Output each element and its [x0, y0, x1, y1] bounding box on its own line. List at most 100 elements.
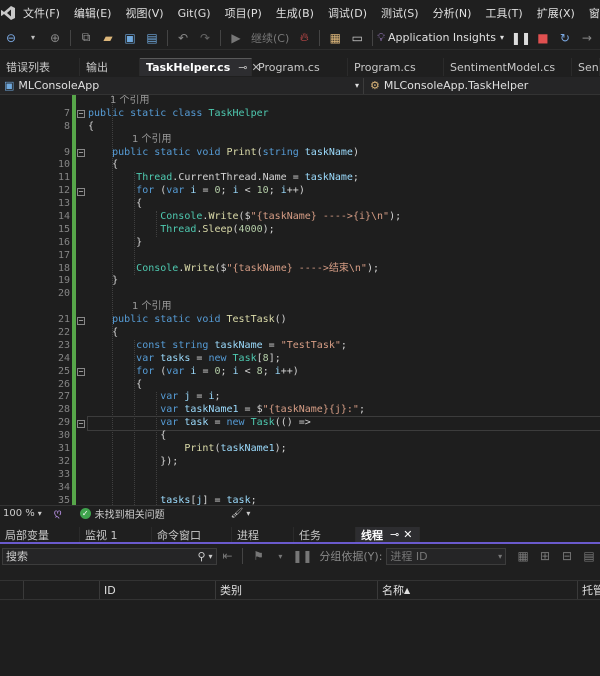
collapse-icon[interactable]: −	[77, 149, 85, 157]
menu-test[interactable]: 测试(S)	[374, 5, 426, 21]
tab-label: Program.cs	[354, 60, 416, 74]
column-managed[interactable]: 托管	[578, 581, 600, 599]
tab-sent[interactable]: Sent	[572, 58, 600, 76]
freeze-icon[interactable]: ❚❚	[292, 547, 312, 565]
navigate-back-icon[interactable]: ⊖	[2, 29, 20, 47]
browse-icon[interactable]: ▦	[326, 29, 344, 47]
collapse-icon[interactable]: −	[77, 317, 85, 325]
hot-reload-icon[interactable]: 🔥︎	[295, 29, 313, 47]
save-all-icon[interactable]: ▤	[143, 29, 161, 47]
tab-taskhelper-cs[interactable]: TaskHelper.cs ⊸ ✕	[140, 58, 261, 76]
chevron-down-icon: ▾	[499, 33, 504, 42]
threads-grid-body[interactable]	[0, 601, 600, 676]
search-icon[interactable]: ⚲	[197, 550, 205, 563]
menu-debug[interactable]: 调试(D)	[321, 5, 374, 21]
menu-tools[interactable]: 工具(T)	[478, 5, 529, 21]
toolbar-separator	[242, 548, 244, 564]
class-dropdown[interactable]: ⚙︎ MLConsoleApp.TaskHelper	[364, 78, 600, 94]
view-options-icon[interactable]: ▤	[580, 547, 598, 565]
chevron-down-icon[interactable]: ▾	[209, 552, 213, 561]
tab-sentimentmodel-cs[interactable]: SentimentModel.cs	[444, 58, 572, 76]
chevron-down-icon[interactable]: ▾	[246, 509, 250, 518]
cleanup-icon[interactable]: 🖌︎	[231, 508, 244, 519]
code-line: {	[88, 120, 95, 132]
redo-icon[interactable]: ↷	[196, 29, 214, 47]
copilot-icon[interactable]: ღ	[54, 508, 62, 519]
group-by-dropdown[interactable]: 进程 ID ▾	[386, 547, 507, 565]
tab-program-cs[interactable]: Program.cs	[252, 58, 348, 76]
menu-project[interactable]: 项目(P)	[218, 5, 269, 21]
stop-icon[interactable]: ■	[534, 29, 552, 47]
open-folder-icon[interactable]: ▰	[99, 29, 117, 47]
pin-icon[interactable]: ⊸	[390, 528, 399, 541]
line-number: 33	[57, 468, 70, 480]
new-project-icon[interactable]: ⧉	[77, 29, 95, 47]
menu-extensions[interactable]: 扩展(X)	[530, 5, 582, 21]
line-number: 11	[57, 172, 70, 184]
lightbulb-icon: 💡︎	[377, 30, 385, 44]
visual-studio-logo-icon[interactable]	[0, 0, 16, 26]
tab-error-list[interactable]: 错误列表	[0, 58, 80, 76]
tab-label: 错误列表	[6, 61, 50, 74]
menu-git[interactable]: Git(G)	[171, 7, 218, 20]
tab-processes[interactable]: 进程	[232, 527, 294, 542]
code-editor[interactable]: 7 8 9 10 11 12 13 14 15 16 17 18 19 20 2…	[0, 95, 600, 505]
collapse-icon[interactable]: −	[77, 420, 85, 428]
column-name[interactable]: 名称 ▲	[378, 581, 578, 599]
continue-play-icon[interactable]: ▶	[227, 29, 245, 47]
collapse-icon[interactable]: −	[77, 188, 85, 196]
close-icon[interactable]: ✕	[403, 528, 412, 541]
tab-watch-1[interactable]: 监视 1	[80, 527, 152, 542]
menu-window[interactable]: 窗口(W)	[582, 5, 600, 21]
tab-locals[interactable]: 局部变量	[0, 527, 80, 542]
project-name: MLConsoleApp	[18, 79, 100, 92]
menu-view[interactable]: 视图(V)	[118, 5, 170, 21]
tab-threads[interactable]: 线程 ⊸ ✕	[356, 527, 420, 542]
show-columns-icon[interactable]: ▦	[514, 547, 532, 565]
expand-groups-icon[interactable]: ⊞	[536, 547, 554, 565]
pause-icon[interactable]: ❚❚	[511, 29, 531, 47]
zoom-level[interactable]: 100 %	[3, 508, 35, 519]
search-options-icon[interactable]: ⇤	[219, 547, 237, 565]
chevron-down-icon[interactable]: ▾	[271, 547, 289, 565]
codelens-references[interactable]: 1 个引用	[132, 134, 172, 145]
collapse-icon[interactable]: −	[77, 368, 85, 376]
application-insights-button[interactable]: 💡︎ Application Insights ▾	[377, 31, 504, 45]
column-category[interactable]: 类别	[216, 581, 378, 599]
layout-icon[interactable]: ▭	[348, 29, 366, 47]
show-next-statement-icon[interactable]: →	[578, 29, 596, 47]
column-id[interactable]: ID	[100, 581, 216, 599]
navigate-forward-icon[interactable]: ⊕	[46, 29, 64, 47]
collapse-icon[interactable]: −	[77, 110, 85, 118]
menu-file[interactable]: 文件(F)	[16, 5, 67, 21]
menu-build[interactable]: 生成(B)	[269, 5, 321, 21]
project-dropdown[interactable]: ▣ MLConsoleApp ▾	[0, 77, 364, 94]
save-icon[interactable]: ▣	[121, 29, 139, 47]
undo-icon[interactable]: ↶	[174, 29, 192, 47]
code-text[interactable]: 1 个引用 public static class TaskHelper { 1…	[87, 95, 600, 505]
application-insights-label: Application Insights	[387, 31, 496, 44]
column-arrow[interactable]	[24, 581, 100, 599]
document-tabs: 错误列表 输出 TaskHelper.cs ⊸ ✕ Program.cs Pro…	[0, 58, 600, 76]
chevron-down-icon[interactable]: ▾	[38, 509, 42, 518]
menu-edit[interactable]: 编辑(E)	[67, 5, 119, 21]
codelens-references[interactable]: 1 个引用	[132, 301, 172, 312]
flag-icon[interactable]: ⚑	[249, 547, 267, 565]
menu-analyze[interactable]: 分析(N)	[426, 5, 479, 21]
tab-program-cs-2[interactable]: Program.cs	[348, 58, 444, 76]
tab-tasks[interactable]: 任务	[294, 527, 356, 542]
column-flag[interactable]	[0, 581, 24, 599]
line-number: 35	[57, 494, 70, 505]
search-input[interactable]: 搜索 ⚲ ▾	[2, 547, 217, 565]
pin-icon[interactable]: ⊸	[238, 61, 247, 74]
tab-output[interactable]: 输出	[80, 58, 140, 76]
codelens-references[interactable]: 1 个引用	[110, 95, 150, 106]
restart-icon[interactable]: ↻	[556, 29, 574, 47]
collapse-groups-icon[interactable]: ⊟	[558, 547, 576, 565]
dropdown-icon[interactable]: ▾	[24, 29, 42, 47]
continue-button-label[interactable]: 继续(C)	[251, 30, 289, 46]
tab-command-window[interactable]: 命令窗口	[152, 527, 232, 542]
line-number: 15	[57, 223, 70, 235]
